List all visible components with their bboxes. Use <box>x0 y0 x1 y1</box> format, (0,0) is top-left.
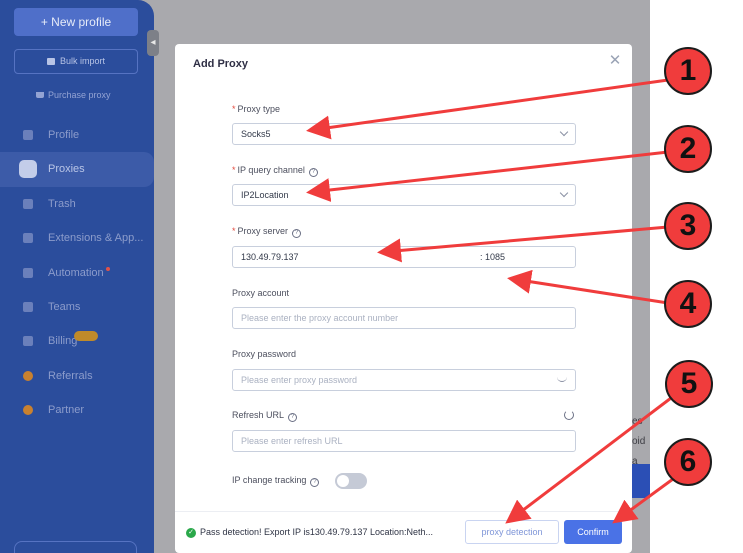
annotation-arrow-3 <box>377 225 669 263</box>
callout-3: 3 <box>664 202 712 250</box>
annotation-arrow-2 <box>306 150 669 202</box>
callout-4: 4 <box>664 280 712 328</box>
callout-6: 6 <box>664 438 712 486</box>
annotation-arrows <box>306 78 676 524</box>
callout-2: 2 <box>664 125 712 173</box>
annotation-arrow-4 <box>507 269 669 305</box>
annotation-arrow-6 <box>612 477 674 524</box>
callout-1: 1 <box>664 47 712 95</box>
screenshot-stage: + New profile Bulk import Purchase proxy… <box>0 0 743 553</box>
callout-5: 5 <box>665 360 713 408</box>
annotation-arrow-1 <box>306 78 669 140</box>
annotation-arrow-5 <box>505 393 676 524</box>
